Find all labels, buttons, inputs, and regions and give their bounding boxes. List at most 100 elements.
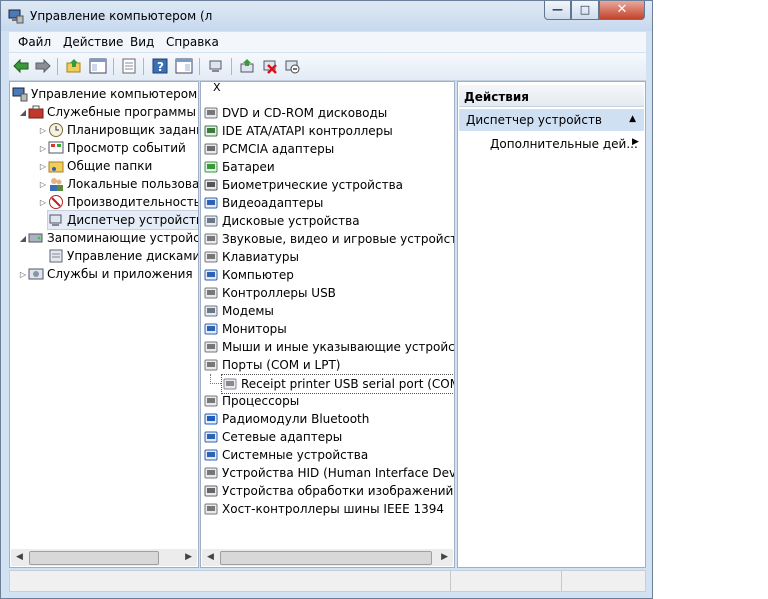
usb-icon [203, 285, 219, 301]
horizontal-scrollbar[interactable]: ◀ ▶ [202, 549, 453, 566]
console-tree-icon[interactable] [89, 57, 107, 75]
expand-arrow-icon[interactable]: ▷ [38, 126, 48, 135]
collapse-up-icon[interactable]: ▲ [629, 114, 636, 124]
tree-item-shared-folders[interactable]: ▷ Общие папки [38, 157, 152, 175]
device-category-battery[interactable]: Батареи [203, 158, 275, 176]
device-category-serial-port[interactable]: Receipt printer USB serial port (COM6) [221, 374, 454, 394]
computer-icon [203, 267, 219, 283]
actions-header: Действия [459, 85, 644, 107]
collapse-arrow-icon[interactable]: ◢ [18, 234, 28, 243]
menu-view[interactable]: Вид [130, 35, 154, 49]
device-category-computer[interactable]: Компьютер [203, 266, 294, 284]
menu-file[interactable]: Файл [18, 35, 51, 49]
tree-item-task-scheduler[interactable]: ▷ Планировщик заданий [38, 121, 198, 139]
forward-arrow-icon[interactable] [34, 57, 52, 75]
properties-icon[interactable] [120, 57, 138, 75]
expand-arrow-icon[interactable]: ▷ [18, 270, 28, 279]
ports-icon [203, 357, 219, 373]
system-device-icon [203, 447, 219, 463]
back-arrow-icon[interactable] [12, 57, 30, 75]
device-category-imaging[interactable]: Устройства обработки изображений [203, 482, 453, 500]
services-icon [28, 266, 44, 282]
scroll-right-icon[interactable]: ▶ [185, 552, 192, 562]
device-category-modem[interactable]: Модемы [203, 302, 274, 320]
device-category-pcmcia[interactable]: PCMCIA адаптеры [203, 140, 334, 158]
disable-device-icon[interactable] [283, 57, 301, 75]
minimize-button[interactable]: — [544, 1, 571, 20]
scroll-thumb[interactable] [220, 551, 432, 565]
device-category-dvd-drive[interactable]: DVD и CD-ROM дисководы [203, 104, 387, 122]
help-icon[interactable]: ? [151, 57, 169, 75]
storage-icon [28, 230, 44, 246]
device-manager-icon [48, 212, 64, 228]
status-section [10, 571, 451, 591]
serial-port-icon [222, 376, 238, 392]
uninstall-device-icon[interactable] [261, 57, 279, 75]
toolbar-separator [113, 58, 114, 75]
performance-icon [48, 194, 64, 210]
horizontal-scrollbar[interactable]: ◀ ▶ [11, 549, 197, 566]
device-category-usb[interactable]: Контроллеры USB [203, 284, 336, 302]
computer-management-icon [8, 9, 24, 24]
disk-management-icon [48, 248, 64, 264]
computer-node[interactable]: X [205, 82, 221, 94]
scroll-thumb[interactable] [29, 551, 159, 565]
scroll-left-icon[interactable]: ◀ [16, 552, 23, 562]
tree-item-system-tools[interactable]: ◢ Служебные программы [18, 103, 196, 121]
actions-section-device-manager[interactable]: Диспетчер устройств ▲ [459, 109, 644, 131]
device-category-mouse[interactable]: Мыши и иные указывающие устройства [203, 338, 454, 356]
biometric-icon [203, 177, 219, 193]
more-actions-item[interactable]: Дополнительные дей... ▶ [490, 137, 639, 151]
tree-item-local-users[interactable]: ▷ Локальные пользователи [38, 175, 198, 193]
scan-hardware-icon[interactable] [207, 57, 225, 75]
menu-help[interactable]: Справка [166, 35, 219, 49]
tree-item-storage[interactable]: ◢ Запоминающие устройства [18, 229, 198, 247]
ieee1394-icon [203, 501, 219, 517]
device-category-ide-controller[interactable]: IDE ATA/ATAPI контроллеры [203, 122, 393, 140]
toolbar-separator [143, 58, 144, 75]
menu-action[interactable]: Действие [63, 35, 123, 49]
tree-item-disk-management[interactable]: Управление дисками [48, 247, 198, 265]
maximize-button[interactable]: □ [571, 1, 599, 20]
device-category-keyboard[interactable]: Клавиатуры [203, 248, 299, 266]
tree-item-performance[interactable]: ▷ Производительность [38, 193, 198, 211]
tree-item-device-manager[interactable]: Диспетчер устройств [46, 210, 198, 230]
tree-item-services-apps[interactable]: ▷ Службы и приложения [18, 265, 193, 283]
submenu-arrow-icon: ▶ [632, 137, 639, 147]
dvd-drive-icon [203, 105, 219, 121]
imaging-icon [203, 483, 219, 499]
device-category-hid[interactable]: Устройства HID (Human Interface Devices) [203, 464, 454, 482]
device-category-ieee1394[interactable]: Хост-контроллеры шины IEEE 1394 [203, 500, 444, 518]
device-category-ports[interactable]: Порты (COM и LPT) [203, 356, 340, 374]
expand-arrow-icon[interactable]: ▷ [38, 144, 48, 153]
device-category-monitor[interactable]: Мониторы [203, 320, 287, 338]
bluetooth-icon [203, 411, 219, 427]
collapse-arrow-icon[interactable]: ◢ [18, 108, 28, 117]
title-bar[interactable]: Управление компьютером (л — □ ✕ [1, 1, 652, 31]
window-title: Управление компьютером (л [30, 9, 213, 23]
modem-icon [203, 303, 219, 319]
device-category-bluetooth[interactable]: Радиомодули Bluetooth [203, 410, 369, 428]
ide-controller-icon [203, 123, 219, 139]
cpu-icon [203, 393, 219, 409]
scroll-left-icon[interactable]: ◀ [207, 552, 214, 562]
video-adapter-icon [203, 195, 219, 211]
show-hide-action-pane-icon[interactable] [175, 57, 193, 75]
tree-root[interactable]: Управление компьютером (лок [12, 85, 198, 103]
tree-item-event-viewer[interactable]: ▷ Просмотр событий [38, 139, 186, 157]
up-folder-icon[interactable] [65, 57, 83, 75]
expand-arrow-icon[interactable]: ▷ [38, 180, 48, 189]
device-category-system-device[interactable]: Системные устройства [203, 446, 368, 464]
expand-arrow-icon[interactable]: ▷ [38, 162, 48, 171]
device-category-network[interactable]: Сетевые адаптеры [203, 428, 342, 446]
device-category-cpu[interactable]: Процессоры [203, 392, 299, 410]
device-category-video-adapter[interactable]: Видеоадаптеры [203, 194, 323, 212]
expand-arrow-icon[interactable]: ▷ [38, 198, 48, 207]
scroll-right-icon[interactable]: ▶ [441, 552, 448, 562]
device-category-sound[interactable]: Звуковые, видео и игровые устройства [203, 230, 454, 248]
update-driver-icon[interactable] [238, 57, 256, 75]
close-button[interactable]: ✕ [599, 1, 645, 20]
device-category-disk-drive[interactable]: Дисковые устройства [203, 212, 360, 230]
device-category-biometric[interactable]: Биометрические устройства [203, 176, 403, 194]
pcmcia-icon [203, 141, 219, 157]
